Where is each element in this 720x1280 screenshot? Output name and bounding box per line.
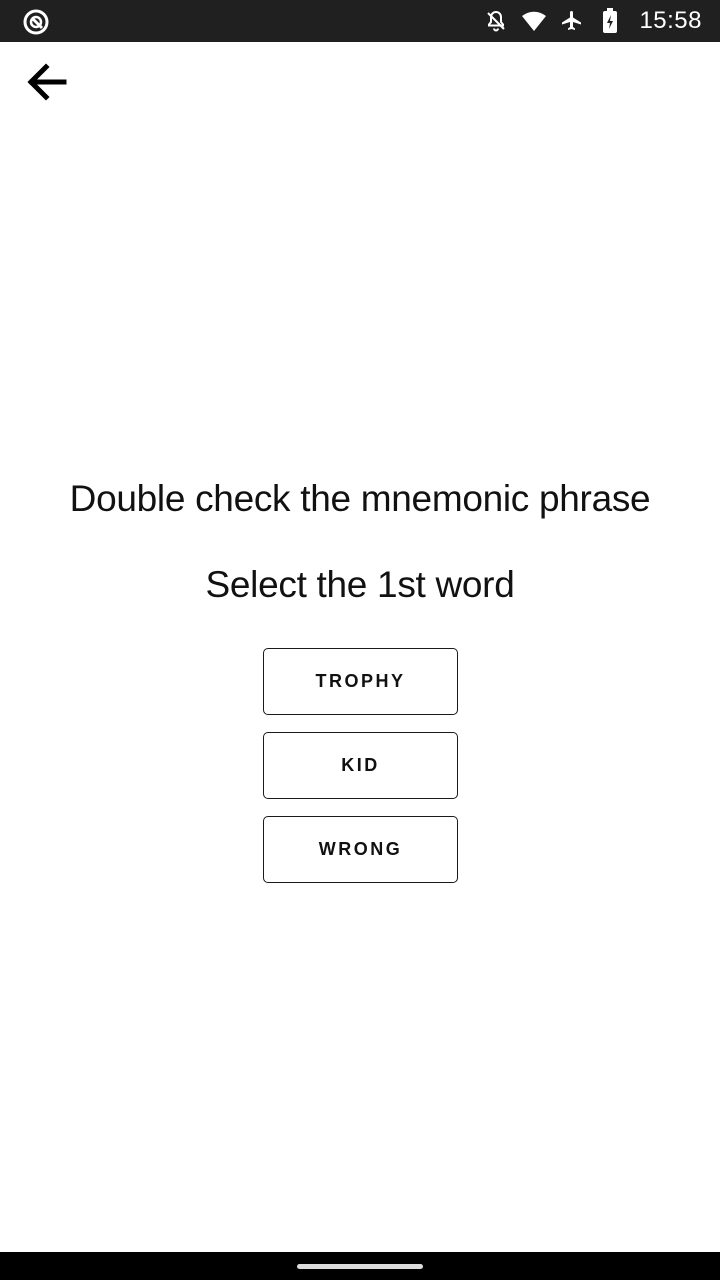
instruction-text: Select the 1st word — [205, 564, 515, 605]
status-bar: 15:58 — [0, 0, 720, 42]
arrow-left-icon — [24, 60, 68, 109]
word-option-button[interactable]: KID — [263, 732, 458, 799]
airplane-icon — [559, 8, 585, 34]
home-indicator[interactable] — [297, 1264, 423, 1269]
navigation-bar — [0, 1252, 720, 1280]
page-title: Double check the mnemonic phrase — [69, 478, 651, 519]
bell-off-icon — [483, 8, 509, 34]
battery-charging-icon — [597, 8, 623, 34]
status-time: 15:58 — [639, 7, 702, 34]
back-button[interactable] — [18, 56, 74, 112]
app-notification-icon — [22, 8, 50, 36]
word-option-button[interactable]: WRONG — [263, 816, 458, 883]
wifi-icon — [521, 8, 547, 34]
word-options: TROPHY KID WRONG — [263, 648, 458, 900]
word-option-button[interactable]: TROPHY — [263, 648, 458, 715]
